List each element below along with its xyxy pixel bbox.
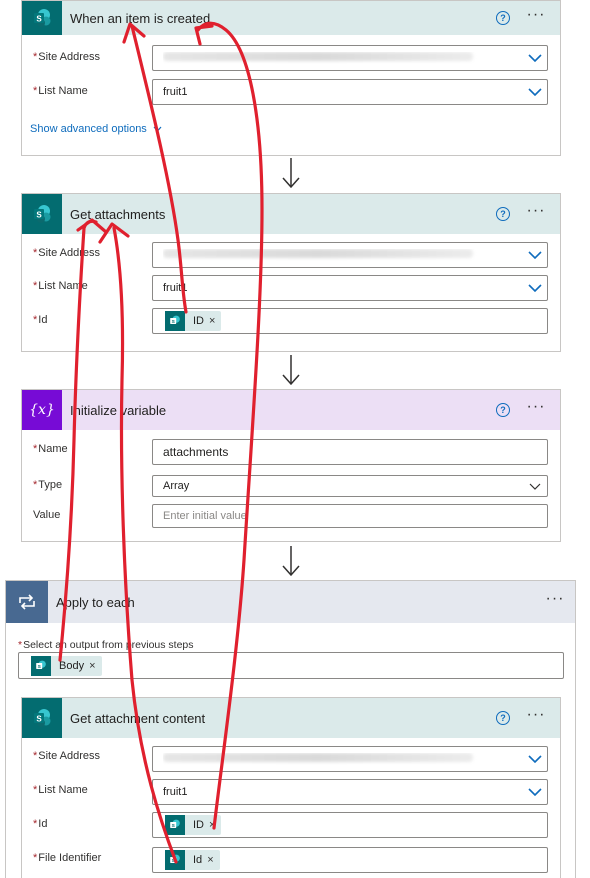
token-label: Id [193, 854, 203, 866]
initialize-variable-title: Initialize variable [70, 402, 167, 418]
remove-token-icon[interactable]: × [207, 854, 213, 866]
flow-arrow-icon [282, 546, 300, 576]
chevron-down-icon[interactable] [523, 251, 547, 259]
name-value: attachments [163, 445, 229, 459]
file-identifier-label: *File Identifier [33, 852, 102, 864]
select-output-label: *Select an output from previous steps [18, 639, 194, 651]
id-token[interactable]: S ID × [165, 311, 222, 331]
flow-arrow-icon [282, 355, 300, 385]
value-label: Value [33, 509, 61, 521]
help-icon[interactable]: ? [496, 11, 510, 25]
token-label: Body [59, 659, 85, 672]
type-label: *Type [33, 479, 63, 491]
more-options-icon[interactable]: ··· [524, 203, 548, 222]
chevron-down-icon[interactable] [523, 755, 547, 763]
list-name-value: fruit1 [163, 786, 188, 798]
site-address-dropdown[interactable] [152, 746, 548, 772]
list-name-label: *List Name [33, 784, 88, 796]
id-token[interactable]: S ID × [165, 815, 222, 835]
select-output-input[interactable]: S Body × [18, 652, 564, 679]
more-options-icon[interactable]: ··· [524, 707, 548, 726]
get-attachment-content-header[interactable]: S Get attachment content ? ··· [22, 698, 560, 738]
apply-to-each-title: Apply to each [56, 594, 135, 610]
variable-icon: {x} [22, 390, 62, 430]
trigger-header[interactable]: S When an item is created ? ··· [22, 1, 560, 35]
token-label: ID [193, 315, 204, 327]
initialize-variable-header[interactable]: {x} Initialize variable ? ··· [22, 390, 560, 430]
apply-to-each-header[interactable]: Apply to each ··· [6, 581, 575, 623]
chevron-down-icon[interactable] [523, 284, 547, 292]
list-name-dropdown[interactable]: fruit1 [152, 79, 548, 105]
list-name-value: fruit1 [163, 86, 188, 98]
remove-token-icon[interactable]: × [209, 819, 215, 831]
value-placeholder: Enter initial value [163, 510, 247, 522]
list-name-label: *List Name [33, 85, 88, 97]
site-address-dropdown[interactable] [152, 242, 548, 268]
sharepoint-icon: S [31, 655, 51, 676]
sharepoint-icon: S [165, 311, 185, 331]
sharepoint-icon: S [165, 850, 185, 870]
more-options-icon[interactable]: ··· [524, 399, 548, 418]
chevron-down-icon[interactable] [523, 54, 547, 62]
list-name-dropdown[interactable]: fruit1 [152, 779, 548, 805]
help-icon[interactable]: ? [496, 207, 510, 221]
svg-text:S: S [36, 211, 42, 220]
id-input[interactable]: S ID × [152, 308, 548, 334]
trigger-title: When an item is created [70, 10, 211, 26]
show-advanced-options-link[interactable]: Show advanced options [30, 123, 162, 135]
sharepoint-icon: S [22, 194, 62, 234]
site-address-label: *Site Address [33, 247, 101, 259]
get-attachment-content-title: Get attachment content [70, 710, 206, 726]
type-value: Array [163, 480, 190, 492]
trigger-card: S When an item is created ? ··· *Site Ad… [21, 0, 561, 156]
get-attachment-content-card: S Get attachment content ? ··· *Site Add… [21, 697, 561, 878]
id-input[interactable]: S ID × [152, 812, 548, 838]
chevron-down-icon[interactable] [523, 483, 547, 490]
more-options-icon[interactable]: ··· [543, 591, 567, 610]
file-identifier-input[interactable]: S Id × [152, 847, 548, 873]
get-attachments-header[interactable]: S Get attachments ? ··· [22, 194, 560, 234]
chevron-down-icon[interactable] [523, 788, 547, 796]
chevron-down-icon[interactable] [523, 88, 547, 96]
id-label: *Id [33, 818, 48, 830]
help-icon[interactable]: ? [496, 403, 510, 417]
body-token[interactable]: S Body × [31, 655, 102, 676]
site-address-dropdown[interactable] [152, 45, 548, 71]
site-address-label: *Site Address [33, 51, 101, 63]
name-input[interactable]: attachments [152, 439, 548, 465]
value-input[interactable]: Enter initial value [152, 504, 548, 528]
initialize-variable-card: {x} Initialize variable ? ··· *Name atta… [21, 389, 561, 542]
list-name-label: *List Name [33, 280, 88, 292]
remove-token-icon[interactable]: × [89, 660, 95, 672]
list-name-dropdown[interactable]: fruit1 [152, 275, 548, 301]
svg-text:S: S [36, 715, 42, 724]
get-attachments-title: Get attachments [70, 206, 166, 222]
list-name-value: fruit1 [163, 282, 188, 294]
get-attachments-card: S Get attachments ? ··· *Site Address *L… [21, 193, 561, 352]
file-id-token[interactable]: S Id × [165, 850, 220, 870]
site-address-label: *Site Address [33, 750, 101, 762]
flow-arrow-icon [282, 158, 300, 188]
sharepoint-icon: S [22, 698, 62, 738]
type-dropdown[interactable]: Array [152, 475, 548, 497]
remove-token-icon[interactable]: × [209, 315, 215, 327]
name-label: *Name [33, 443, 68, 455]
loop-icon [6, 581, 48, 623]
token-label: ID [193, 819, 204, 831]
id-label: *Id [33, 314, 48, 326]
svg-text:S: S [36, 15, 42, 24]
sharepoint-icon: S [165, 815, 185, 835]
sharepoint-icon: S [22, 1, 62, 35]
help-icon[interactable]: ? [496, 711, 510, 725]
more-options-icon[interactable]: ··· [524, 7, 548, 26]
